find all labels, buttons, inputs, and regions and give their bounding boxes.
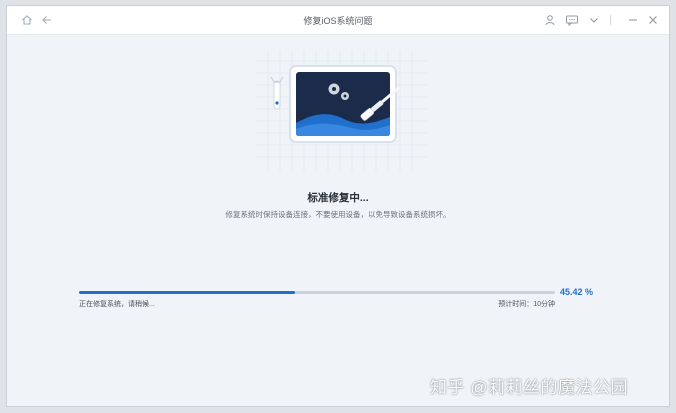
- app-window: 修复iOS系统问题 标准修复中... 修复系统时保持设备连接，不要使用设备，以免…: [6, 5, 670, 407]
- title-bar: 修复iOS系统问题: [7, 6, 669, 35]
- titlebar-divider: [610, 15, 611, 25]
- progress-fill: [79, 291, 296, 294]
- user-icon[interactable]: [543, 13, 557, 27]
- progress-status-text: 正在修复系统，请稍候...: [79, 301, 155, 308]
- close-icon[interactable]: [646, 13, 660, 27]
- status-title: 标准修复中...: [307, 192, 369, 204]
- status-subtitle: 修复系统时保持设备连接，不要使用设备，以免导致设备系统损坏。: [225, 210, 451, 219]
- progress-bar: [79, 291, 555, 294]
- repair-illustration: [256, 51, 428, 171]
- chevron-down-icon[interactable]: [587, 13, 601, 27]
- main-content: 标准修复中... 修复系统时保持设备连接，不要使用设备，以免导致设备系统损坏。 …: [7, 34, 669, 406]
- minimize-icon[interactable]: [626, 13, 640, 27]
- watermark-text: 知乎 @莉莉丝的魔法公园: [430, 378, 628, 397]
- estimated-time: 预计时间：10分钟: [498, 301, 555, 308]
- message-icon[interactable]: [564, 13, 580, 27]
- progress-percent: 45.42 %: [560, 287, 594, 297]
